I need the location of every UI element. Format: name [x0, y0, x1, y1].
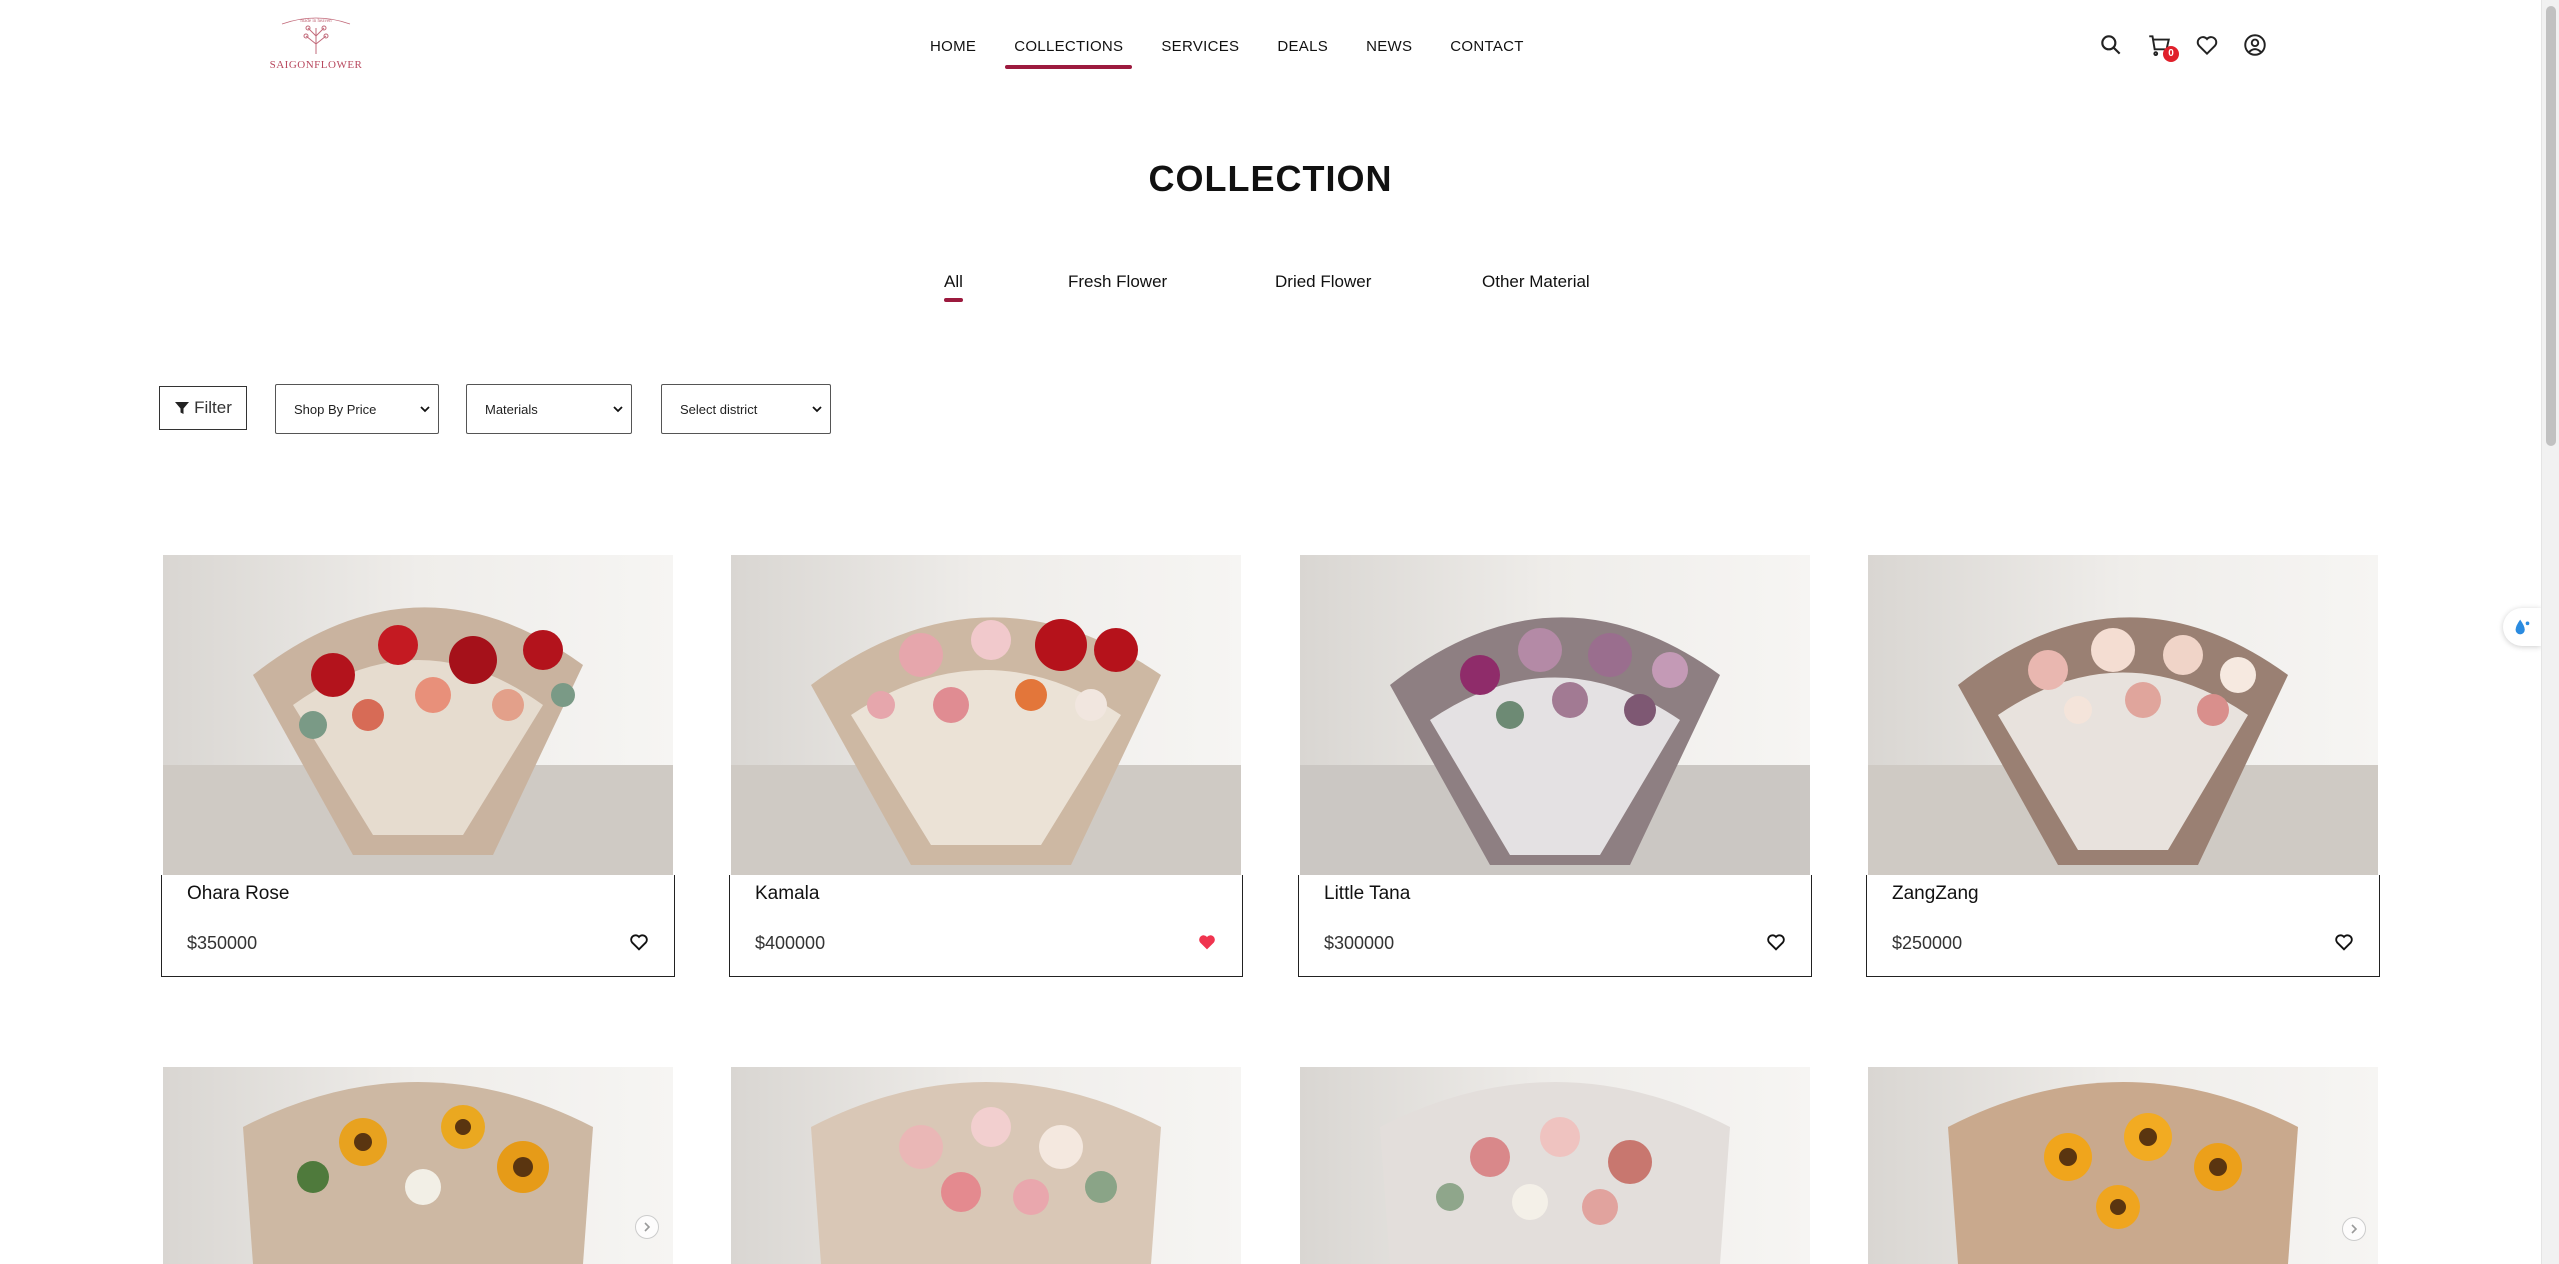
- heart-outline-icon[interactable]: [2333, 931, 2355, 953]
- product-price: $300000: [1324, 933, 1395, 953]
- nav-collections[interactable]: COLLECTIONS: [1005, 30, 1133, 69]
- next-slide-button[interactable]: [635, 1215, 659, 1239]
- nav-contact[interactable]: CONTACT: [1450, 30, 1523, 63]
- nav-deals[interactable]: DEALS: [1277, 30, 1328, 63]
- materials-select-value: Materials: [485, 401, 538, 417]
- price-select[interactable]: Shop By Price: [275, 384, 439, 434]
- page-title: COLLECTION: [1148, 158, 1393, 199]
- chevron-down-icon: [613, 406, 623, 413]
- product-price: $350000: [187, 933, 258, 953]
- product-name[interactable]: ZangZang: [1892, 883, 1979, 905]
- side-widget-button[interactable]: [2503, 608, 2541, 646]
- district-select-value: Select district: [680, 401, 758, 417]
- tab-fresh-flower[interactable]: Fresh Flower: [1068, 272, 1167, 292]
- product-image[interactable]: [1868, 1067, 2378, 1264]
- product-image[interactable]: [731, 1067, 1241, 1264]
- filter-button-label: Filter: [194, 398, 232, 417]
- product-info: Little Tana $300000: [1298, 875, 1812, 977]
- scrollbar-thumb[interactable]: [2546, 6, 2556, 446]
- product-image[interactable]: [1868, 555, 2378, 875]
- heart-filled-icon[interactable]: [1196, 931, 1218, 953]
- product-image[interactable]: [163, 555, 673, 875]
- materials-select[interactable]: Materials: [466, 384, 632, 434]
- chevron-right-icon: [2351, 1224, 2358, 1234]
- product-price: $400000: [755, 933, 826, 953]
- product-info: ZangZang $250000: [1866, 875, 2380, 977]
- tab-other-material[interactable]: Other Material: [1482, 272, 1590, 292]
- district-select[interactable]: Select district: [661, 384, 831, 434]
- filter-button[interactable]: Filter: [159, 386, 247, 430]
- site-header: SAIGONFLOWER made in heaven HOME COLLECT…: [0, 0, 2541, 96]
- tab-dried-flower[interactable]: Dried Flower: [1275, 272, 1371, 292]
- product-info: Ohara Rose $350000: [161, 875, 675, 977]
- tab-all[interactable]: All: [944, 272, 963, 302]
- svg-text:SAIGONFLOWER: SAIGONFLOWER: [270, 59, 363, 71]
- nav-services[interactable]: SERVICES: [1161, 30, 1239, 63]
- wishlist-heart-icon[interactable]: [2194, 32, 2220, 58]
- chevron-right-icon: [644, 1222, 651, 1232]
- product-name[interactable]: Ohara Rose: [187, 883, 289, 905]
- next-slide-button[interactable]: [2342, 1217, 2366, 1241]
- cart-icon[interactable]: 0: [2146, 32, 2179, 62]
- droplet-icon: [2515, 619, 2530, 635]
- product-image[interactable]: [731, 555, 1241, 875]
- user-account-icon[interactable]: [2242, 32, 2268, 58]
- product-image[interactable]: [1300, 555, 1810, 875]
- logo-mark: SAIGONFLOWER made in heaven: [270, 17, 363, 71]
- nav-home[interactable]: HOME: [930, 30, 976, 63]
- heart-outline-icon[interactable]: [628, 931, 650, 953]
- header-actions: 0: [2098, 32, 2290, 62]
- chevron-down-icon: [420, 406, 430, 413]
- product-info: Kamala $400000: [729, 875, 1243, 977]
- product-image[interactable]: [1300, 1067, 1810, 1264]
- search-icon[interactable]: [2098, 32, 2124, 58]
- product-price: $250000: [1892, 933, 1963, 953]
- price-select-value: Shop By Price: [294, 401, 377, 417]
- cart-count-badge: 0: [2163, 46, 2179, 62]
- main-nav: HOME COLLECTIONS SERVICES DEALS NEWS CON…: [930, 30, 1562, 69]
- svg-text:made in heaven: made in heaven: [300, 19, 332, 24]
- heart-outline-icon[interactable]: [1765, 931, 1787, 953]
- nav-news[interactable]: NEWS: [1366, 30, 1412, 63]
- brand-logo[interactable]: SAIGONFLOWER made in heaven: [262, 14, 370, 78]
- funnel-icon: [175, 402, 190, 414]
- product-image[interactable]: [163, 1067, 673, 1264]
- chevron-down-icon: [812, 406, 822, 413]
- page-scrollbar[interactable]: [2541, 0, 2559, 1264]
- product-name[interactable]: Kamala: [755, 883, 819, 905]
- product-name[interactable]: Little Tana: [1324, 883, 1410, 905]
